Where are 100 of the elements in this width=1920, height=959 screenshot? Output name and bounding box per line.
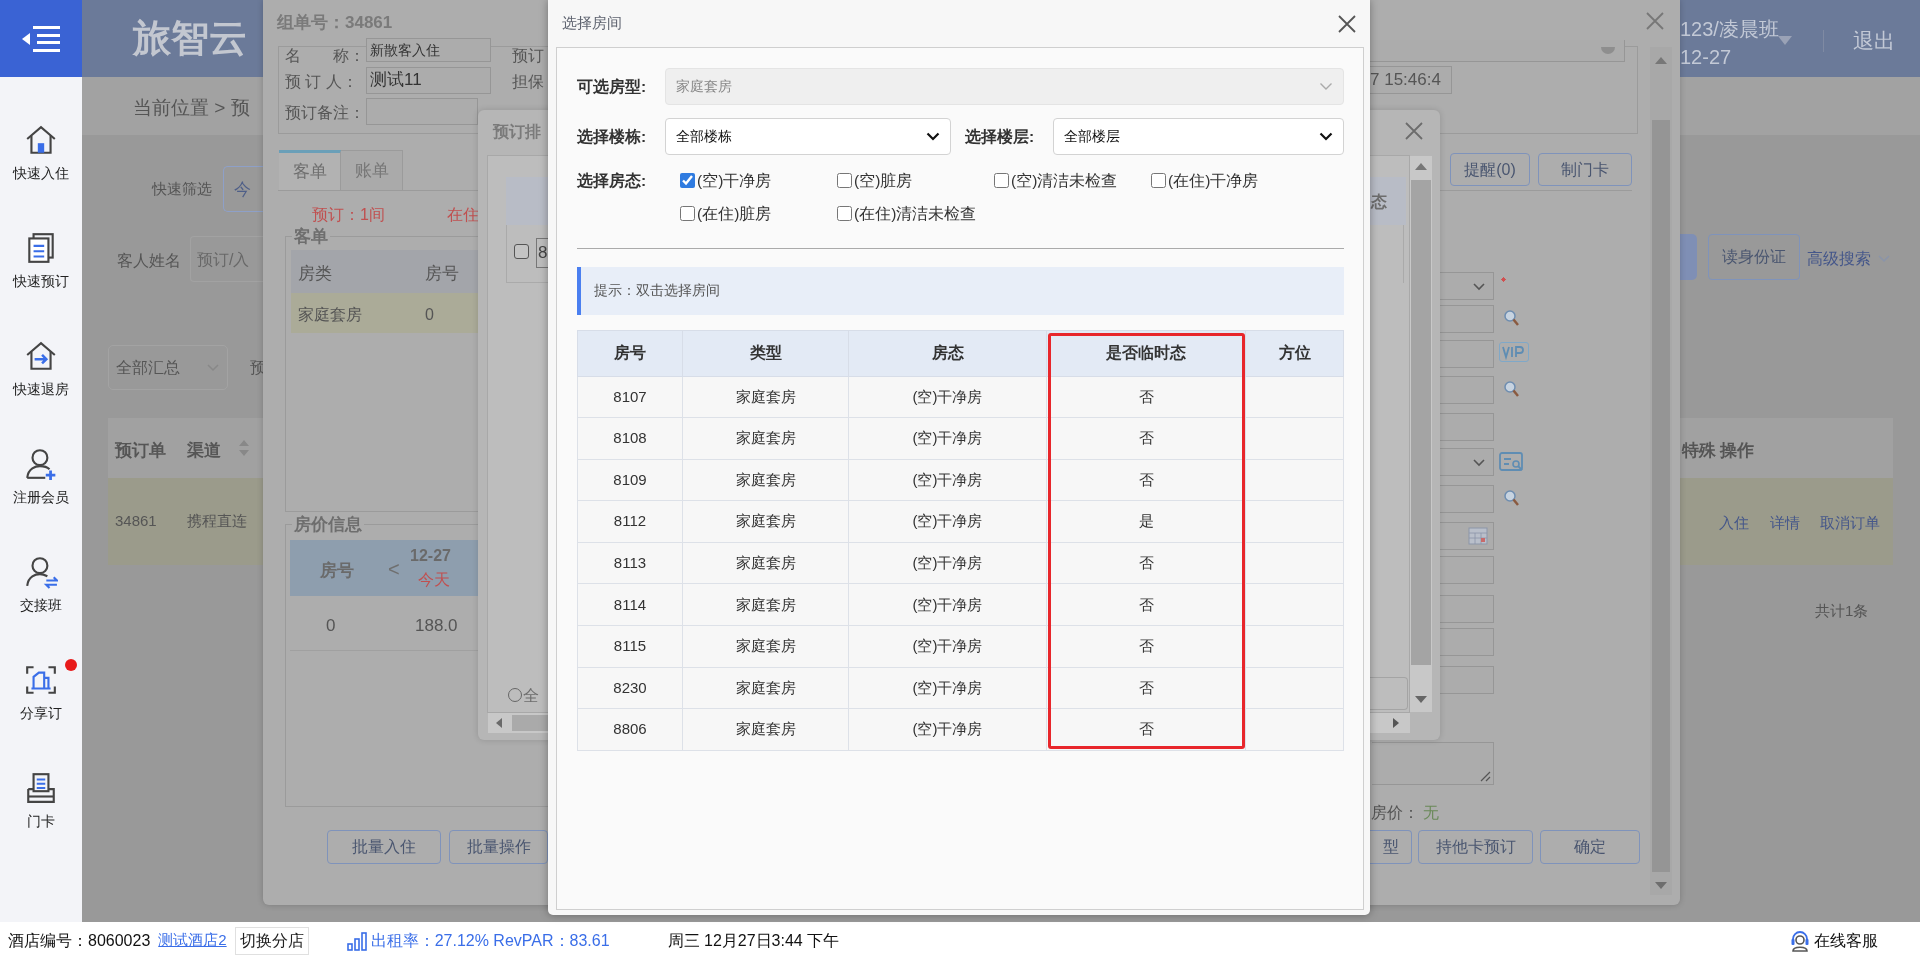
logout-button[interactable]: 退出 (1853, 25, 1895, 57)
sidebar-item[interactable]: 快速入住 (13, 162, 69, 184)
table-cell-text: 34861 (115, 511, 157, 531)
checkbox[interactable] (680, 206, 695, 222)
previous-button[interactable]: < (388, 554, 400, 584)
text-field[interactable] (1440, 413, 1494, 441)
checkbox[interactable] (837, 173, 852, 189)
text-field[interactable] (1440, 272, 1494, 300)
action-button[interactable]: 确定 (1540, 830, 1640, 864)
search-icon[interactable] (1503, 380, 1520, 398)
search-icon[interactable] (1503, 489, 1520, 507)
text-field[interactable] (1440, 628, 1494, 656)
table-cell: (空)干净房 (848, 708, 1047, 751)
price-label: 房价： (1371, 803, 1419, 823)
caret-icon[interactable] (1778, 36, 1792, 45)
text-field[interactable] (1370, 40, 1625, 62)
user-plus-icon[interactable] (24, 446, 58, 481)
action-button[interactable]: 制门卡 (1538, 153, 1632, 186)
dropdown[interactable]: 全部楼栋 (665, 118, 951, 155)
checkbox[interactable] (837, 206, 852, 222)
user-swap-icon[interactable] (24, 554, 58, 589)
calendar-icon[interactable] (1468, 527, 1488, 545)
sidebar-item[interactable]: 注册会员 (13, 486, 69, 508)
scroll-up-icon[interactable] (1655, 57, 1667, 64)
id-card-search-icon[interactable] (1499, 451, 1525, 473)
column-header: 是否临时态 (1046, 330, 1246, 376)
table-cell: 家庭套房 (682, 542, 849, 584)
checkbox[interactable] (994, 173, 1009, 189)
action-button[interactable]: 提醒(0) (1450, 153, 1530, 186)
text-field[interactable] (1440, 666, 1494, 694)
close-button[interactable] (1336, 12, 1358, 35)
filter-value: 今 (234, 179, 251, 201)
scroll-down-icon[interactable] (1415, 696, 1427, 703)
text-field[interactable] (1440, 340, 1494, 368)
switch-store-button[interactable]: 切换分店 (234, 926, 309, 955)
checkbox-label: (在住)脏房 (697, 204, 772, 225)
sidebar-item[interactable]: 快速预订 (13, 270, 69, 292)
window-title: 预订排 (493, 122, 541, 142)
action-link[interactable]: 取消订单 (1820, 512, 1880, 535)
scrollbar-thumb[interactable] (512, 715, 548, 731)
sidebar-item[interactable]: 快速退房 (13, 378, 69, 400)
tab[interactable]: 客单 (279, 150, 341, 190)
sort-icon[interactable] (239, 440, 249, 456)
table-cell: 家庭套房 (682, 417, 849, 460)
scroll-down-icon[interactable] (1655, 882, 1667, 889)
sidebar-item[interactable]: 门卡 (27, 810, 55, 832)
table-cell: 否 (1046, 376, 1246, 418)
summary-select[interactable] (108, 345, 228, 390)
date-time: 周三 12月27日3:44 下午 (667, 930, 840, 951)
text-field[interactable] (1440, 448, 1494, 476)
text-field[interactable]: 7 15:46:4 (1370, 66, 1452, 94)
checkbox[interactable] (514, 244, 529, 259)
text-area[interactable] (1372, 742, 1494, 785)
scrollbar-thumb[interactable] (1411, 180, 1431, 665)
chevron-icon (1473, 459, 1485, 467)
close-icon[interactable] (1646, 12, 1664, 30)
action-link[interactable]: 详情 (1770, 512, 1800, 535)
search-button[interactable] (1680, 234, 1697, 280)
sidebar-item[interactable]: 交接班 (20, 594, 62, 616)
chevron-icon (1319, 132, 1333, 141)
checkbox[interactable] (1151, 173, 1166, 189)
user-shift: 123/凌晨班 (1680, 17, 1779, 42)
scroll-left-icon[interactable] (496, 718, 502, 728)
field-label: 名 称： (285, 46, 365, 66)
batch-button[interactable]: 批量入住 (327, 830, 441, 864)
table-cell: 否 (1046, 625, 1246, 668)
app-title: 旅智云 (133, 16, 247, 61)
text-field[interactable] (1440, 376, 1494, 404)
text-field[interactable] (1440, 485, 1494, 513)
close-icon[interactable] (1405, 122, 1423, 140)
column-header: 房态 (848, 330, 1047, 376)
column-header: 房号 (577, 330, 683, 376)
scroll-right-icon[interactable] (1393, 718, 1399, 728)
search-icon[interactable] (1503, 309, 1520, 327)
card-reader-icon[interactable] (24, 770, 58, 805)
action-link[interactable]: 入住 (1719, 512, 1749, 535)
action-button[interactable]: 持他卡预订 (1418, 830, 1533, 864)
sidebar-item[interactable]: 分享订 (20, 702, 62, 724)
vip-badge (1499, 342, 1529, 362)
hotel-link[interactable]: 测试酒店2 (158, 929, 227, 952)
field-value: 新散客入住 (370, 41, 440, 59)
checkbox[interactable] (680, 173, 695, 189)
text-field[interactable] (1440, 595, 1494, 623)
dropdown[interactable]: 全部楼层 (1053, 118, 1344, 155)
table-cell: (空)干净房 (848, 583, 1047, 626)
text-field[interactable] (1440, 305, 1494, 333)
table-cell: 否 (1046, 459, 1246, 501)
support-link[interactable]: 在线客服 (1814, 928, 1878, 953)
column-header: 房类 (298, 263, 332, 285)
field-label: 预 订 人： (285, 72, 358, 92)
text-field[interactable] (366, 98, 478, 125)
table-cell-text: 携程直连 (187, 511, 247, 531)
scroll-up-icon[interactable] (1415, 163, 1427, 170)
advanced-search-link[interactable]: 高级搜索 (1807, 247, 1871, 271)
field-label: 可选房型: (577, 76, 648, 97)
column-header: 渠道 (187, 440, 221, 462)
text-field[interactable] (1440, 556, 1494, 584)
count-text: 在住 (447, 205, 479, 225)
id-card-button[interactable]: 读身份证 (1708, 234, 1800, 280)
checkbox-label: (空)干净房 (697, 171, 772, 191)
